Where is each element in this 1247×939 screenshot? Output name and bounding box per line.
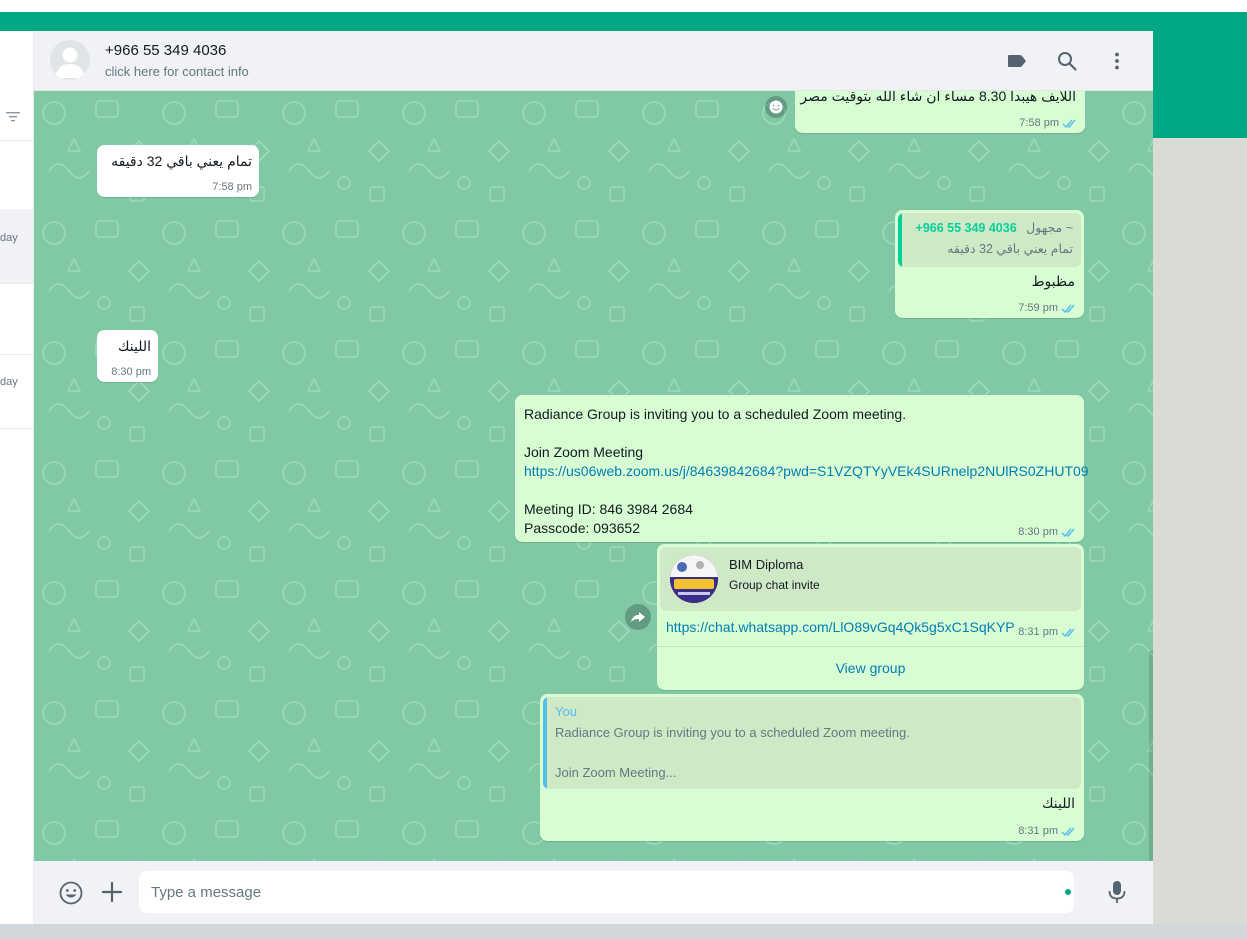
emoji-icon[interactable] [58, 880, 84, 906]
chat-list-sidebar: day day [0, 31, 34, 924]
message-text: مظبوط [1031, 273, 1075, 289]
chat-list-item[interactable] [0, 283, 33, 355]
message-meta: 8:30 pm [111, 366, 151, 378]
top-strip [0, 0, 1247, 12]
message-text: تمام يعني باقي 32 دقيقه [111, 153, 252, 169]
forward-icon [631, 612, 645, 622]
message-time: 8:31 pm [1018, 825, 1058, 837]
message-meta: 8:31 pm [1018, 626, 1077, 638]
menu-kebab-icon[interactable] [1106, 50, 1128, 72]
message-time: 7:58 pm [212, 181, 252, 193]
quote-text: Radiance Group is inviting you to a sche… [555, 725, 910, 740]
message-text: Join Zoom Meeting [524, 444, 644, 460]
message-meta: 8:31 pm [1018, 825, 1077, 837]
message-bubble-outgoing[interactable]: Radiance Group is inviting you to a sche… [515, 395, 1089, 542]
read-receipt-icon [1061, 628, 1075, 637]
search-icon[interactable] [1056, 50, 1078, 72]
smiley-icon [769, 100, 783, 114]
group-avatar [670, 555, 718, 603]
read-receipt-icon [1062, 119, 1076, 128]
message-bubble-outgoing[interactable]: اللايف هيبدا 8.30 مساء ان شاء الله بتوقي… [795, 91, 1085, 133]
quote-phone: +966 55 349 4036 [915, 221, 1017, 235]
chat-list-item[interactable]: day [0, 209, 33, 284]
bottom-edge [0, 924, 1247, 939]
contact-name[interactable]: +966 55 349 4036 [105, 42, 226, 59]
quote-author: ~ مجهول [1026, 221, 1073, 235]
zoom-meeting-link[interactable]: https://us06web.zoom.us/j/84639842684?pw… [524, 463, 1089, 479]
read-receipt-icon [1061, 827, 1075, 836]
quote-author: You [555, 704, 577, 719]
message-text: Passcode: 093652 [524, 520, 640, 536]
quote-header: +966 55 349 4036 ~ مجهول [916, 220, 1073, 235]
attach-plus-icon[interactable] [100, 880, 124, 904]
reaction-button[interactable] [765, 96, 787, 118]
message-time: 8:30 pm [111, 366, 151, 378]
group-logo-icon [670, 555, 718, 603]
message-text: اللينك [117, 338, 151, 354]
chat-list-time: day [0, 376, 18, 388]
group-invite-label: Group chat invite [729, 578, 820, 592]
message-bubble-outgoing[interactable]: You Radiance Group is inviting you to a … [540, 694, 1084, 841]
conversation-header[interactable]: +966 55 349 4036 click here for contact … [34, 31, 1153, 91]
group-invite-link[interactable]: https://chat.whatsapp.com/LlO89vGq4Qk5g5… [666, 619, 1015, 635]
default-avatar-icon [55, 47, 85, 78]
message-body: Radiance Group is inviting you to a sche… [524, 405, 1089, 538]
chat-list-time: day [0, 232, 18, 244]
message-meta: 8:30 pm [1018, 526, 1077, 538]
group-name: BIM Diploma [729, 557, 804, 572]
read-receipt-icon [1061, 304, 1075, 313]
message-list[interactable]: اللايف هيبدا 8.30 مساء ان شاء الله بتوقي… [34, 91, 1153, 861]
message-meta: 7:58 pm [1019, 117, 1078, 129]
view-group-button[interactable]: View group [657, 647, 1084, 690]
chat-list-item[interactable]: day [0, 354, 33, 429]
microphone-icon[interactable] [1106, 879, 1128, 905]
message-bubble-incoming[interactable]: تمام يعني باقي 32 دقيقه 7:58 pm [97, 145, 259, 197]
message-time: 7:58 pm [1019, 117, 1059, 129]
quoted-message[interactable]: +966 55 349 4036 ~ مجهول تمام يعني باقي … [898, 213, 1081, 267]
message-bubble-incoming[interactable]: اللينك 8:30 pm [97, 330, 158, 382]
message-bubble-outgoing[interactable]: BIM Diploma Group chat invite https://ch… [657, 544, 1084, 690]
message-meta: 7:59 pm [1018, 302, 1077, 314]
message-time: 7:59 pm [1018, 302, 1058, 314]
message-time: 8:31 pm [1018, 626, 1058, 638]
avatar[interactable] [50, 40, 90, 80]
status-dot [1065, 889, 1071, 895]
message-meta: 7:58 pm [212, 181, 252, 193]
quote-text: تمام يعني باقي 32 دقيقه [947, 242, 1073, 256]
message-text: Radiance Group is inviting you to a sche… [524, 406, 907, 422]
group-invite-card[interactable]: BIM Diploma Group chat invite [660, 547, 1081, 611]
chat-scrollbar[interactable] [1149, 651, 1153, 861]
quoted-message[interactable]: You Radiance Group is inviting you to a … [543, 697, 1081, 789]
forward-button[interactable] [625, 604, 651, 630]
composer-bar [34, 861, 1153, 924]
quote-accent [543, 697, 547, 789]
message-bubble-outgoing[interactable]: +966 55 349 4036 ~ مجهول تمام يعني باقي … [895, 210, 1084, 318]
filter-icon[interactable] [6, 111, 20, 123]
label-icon[interactable] [1006, 50, 1028, 72]
contact-info-hint[interactable]: click here for contact info [105, 64, 249, 79]
quote-text: Join Zoom Meeting... [555, 765, 677, 780]
quote-accent [898, 213, 902, 267]
message-text: اللينك [1041, 795, 1075, 811]
message-text: Meeting ID: 846 3984 2684 [524, 501, 693, 517]
list-divider [0, 140, 33, 141]
message-time: 8:30 pm [1018, 526, 1058, 538]
conversation-panel: +966 55 349 4036 click here for contact … [34, 31, 1153, 924]
message-text: اللايف هيبدا 8.30 مساء ان شاء الله بتوقي… [800, 91, 1076, 104]
read-receipt-icon [1061, 528, 1075, 537]
message-input[interactable] [139, 871, 1074, 913]
